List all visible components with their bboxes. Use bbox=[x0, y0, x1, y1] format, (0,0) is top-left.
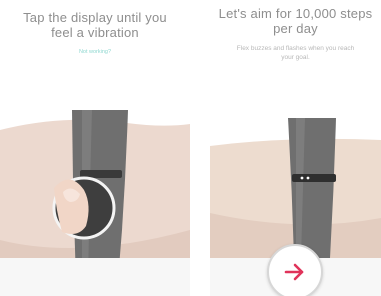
goal-heading: Let's aim for 10,000 steps per day bbox=[210, 6, 381, 36]
subtext-line-2: your goal. bbox=[281, 54, 310, 61]
led-dot bbox=[306, 176, 310, 180]
heading-line-2: per day bbox=[273, 21, 318, 36]
step-goal-screen: Let's aim for 10,000 steps per day Flex … bbox=[210, 0, 381, 296]
subtext-line-1: Flex buzzes and flashes when you reach bbox=[236, 45, 355, 52]
not-working-link[interactable]: Not working? bbox=[0, 49, 190, 55]
wrist-band-photo bbox=[210, 118, 381, 258]
tracker-display bbox=[292, 174, 336, 182]
heading-line-2: feel a vibration bbox=[51, 25, 139, 40]
tap-display-screen: Tap the display until you feel a vibrati… bbox=[0, 0, 190, 296]
left-footer bbox=[0, 258, 190, 296]
instruction-heading: Tap the display until you feel a vibrati… bbox=[0, 10, 190, 40]
arrow-right-icon bbox=[284, 263, 304, 281]
next-button[interactable] bbox=[267, 244, 323, 296]
heading-line-1: Tap the display until you bbox=[23, 10, 167, 25]
heading-line-1: Let's aim for 10,000 steps bbox=[218, 6, 373, 21]
band-strap bbox=[288, 118, 336, 258]
screen-gutter bbox=[190, 0, 210, 296]
goal-subtext: Flex buzzes and flashes when you reach y… bbox=[220, 44, 371, 62]
led-dot bbox=[300, 176, 304, 180]
wrist-tap-photo bbox=[0, 110, 190, 280]
